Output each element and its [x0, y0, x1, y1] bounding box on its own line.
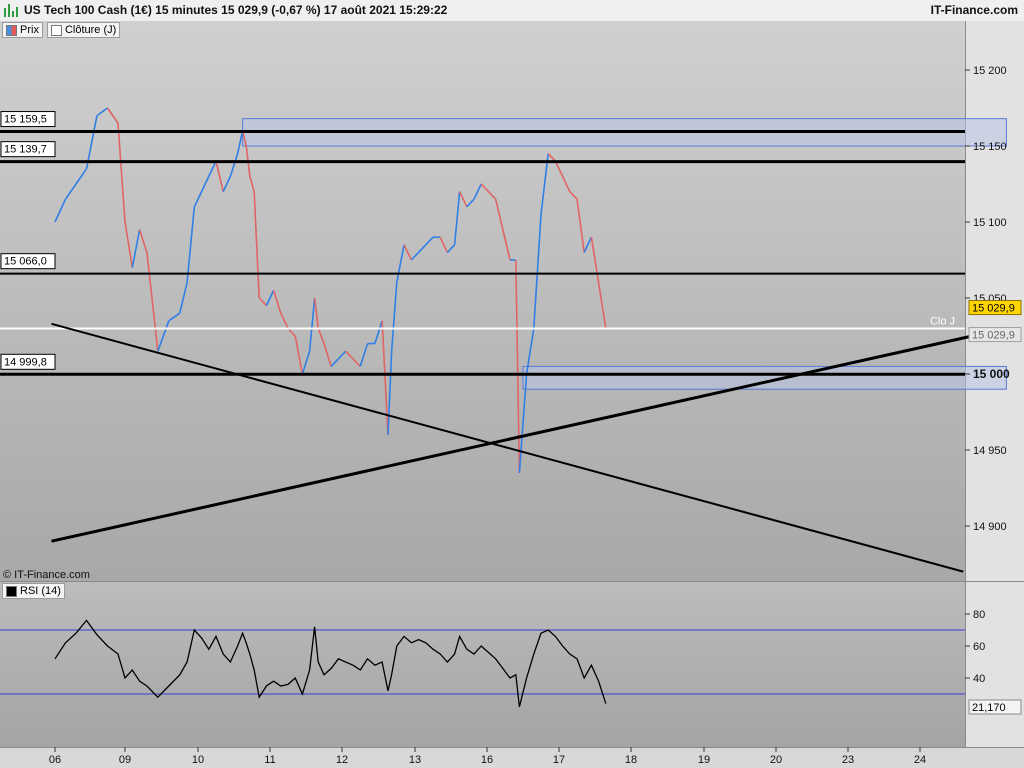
price-plot-area — [0, 21, 965, 581]
x-tick-label: 24 — [914, 754, 926, 766]
current-price-label: 15 029,9 — [972, 303, 1015, 315]
y-tick-label: 14 950 — [973, 445, 1007, 457]
legend-label: Clôture (J) — [64, 24, 117, 36]
level-label: 15 139,7 — [4, 144, 47, 156]
x-tick-label: 13 — [409, 754, 421, 766]
legend-item-cloture[interactable]: Clôture (J) — [46, 22, 121, 38]
prix-swatch-icon — [6, 24, 17, 36]
y-tick-label: 15 150 — [973, 141, 1007, 153]
cloture-swatch-icon — [50, 24, 62, 36]
rsi-plot-area — [0, 582, 965, 747]
close-price-label: 15 029,9 — [972, 330, 1015, 342]
y-tick-label: 15 200 — [973, 65, 1007, 77]
y-tick-label: 15 100 — [973, 217, 1007, 229]
x-tick-label: 20 — [770, 754, 782, 766]
x-tick-label: 18 — [625, 754, 637, 766]
title-bar: US Tech 100 Cash (1€) 15 minutes 15 029,… — [0, 0, 1024, 22]
x-tick-label: 23 — [842, 754, 854, 766]
x-tick-label: 16 — [481, 754, 493, 766]
rsi-y-tick-label: 60 — [973, 641, 985, 653]
rsi-y-tick-label: 80 — [973, 609, 985, 621]
brand-link[interactable]: IT-Finance.com — [931, 3, 1018, 17]
supply-demand-zone — [522, 365, 1007, 390]
level-label: 15 159,5 — [4, 114, 47, 126]
y-tick-label: 14 900 — [973, 521, 1007, 533]
price-legend: Prix Clôture (J) — [2, 22, 121, 38]
rsi-last-value-label: 21,170 — [972, 702, 1006, 714]
x-tick-label: 06 — [49, 754, 61, 766]
x-tick-label: 10 — [192, 754, 204, 766]
level-label: 15 066,0 — [4, 256, 47, 268]
copyright-text: © IT-Finance.com — [3, 569, 90, 581]
x-axis-area — [0, 747, 1024, 768]
chart-app-icon — [4, 3, 18, 17]
legend-label: Prix — [20, 24, 39, 36]
x-tick-label: 19 — [698, 754, 710, 766]
rsi-y-tick-label: 40 — [973, 673, 985, 685]
rsi-legend: RSI (14) — [2, 583, 65, 599]
x-tick-label: 11 — [264, 754, 275, 766]
y-tick-label: 15 000 — [973, 367, 1010, 381]
x-tick-label: 12 — [336, 754, 348, 766]
legend-label: RSI (14) — [20, 585, 61, 597]
x-tick-label: 09 — [119, 754, 131, 766]
rsi-swatch-icon — [6, 585, 17, 597]
level-label: 14 999,8 — [4, 356, 47, 368]
x-tick-label: 17 — [553, 754, 565, 766]
legend-item-rsi[interactable]: RSI (14) — [2, 583, 65, 599]
chart-canvas[interactable]: 15 159,5 15 139,7 15 066,0 14 999,8 Clo J 15… — [0, 21, 1024, 768]
chart-title: US Tech 100 Cash (1€) 15 minutes 15 029,… — [24, 3, 448, 17]
legend-item-prix[interactable]: Prix — [2, 22, 43, 38]
close-line-label: Clo J — [930, 316, 955, 328]
